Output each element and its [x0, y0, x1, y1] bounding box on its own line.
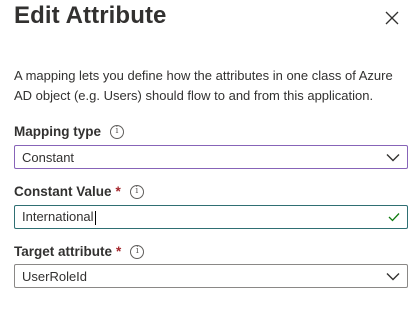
close-icon [385, 11, 399, 25]
text-caret [94, 210, 96, 225]
constant-value-input[interactable]: International [14, 205, 408, 229]
target-attribute-label-row: Target attribute * i [14, 244, 145, 259]
target-attribute-dropdown[interactable]: UserRoleId [14, 264, 408, 288]
panel-description: A mapping lets you define how the attrib… [14, 68, 393, 103]
mapping-type-label-row: Mapping type i [14, 124, 124, 139]
chevron-down-icon [385, 268, 401, 284]
constant-value-label-row: Constant Value * i [14, 184, 144, 199]
mapping-type-dropdown[interactable]: Constant [14, 145, 408, 169]
required-marker: * [116, 244, 122, 259]
target-attribute-value: UserRoleId [22, 268, 88, 284]
chevron-down-icon [385, 149, 401, 165]
info-icon[interactable]: i [110, 124, 124, 139]
target-attribute-label: Target attribute [14, 244, 113, 259]
constant-value-label: Constant Value [14, 184, 112, 199]
mapping-type-label: Mapping type [14, 124, 101, 139]
panel-title: Edit Attribute [14, 2, 167, 29]
info-icon[interactable]: i [129, 184, 144, 199]
required-marker: * [115, 184, 121, 199]
constant-value-text[interactable]: International [15, 209, 387, 225]
mapping-type-value: Constant [22, 149, 75, 165]
checkmark-icon [387, 210, 401, 224]
close-button[interactable] [380, 6, 404, 30]
info-icon[interactable]: i [130, 244, 145, 259]
